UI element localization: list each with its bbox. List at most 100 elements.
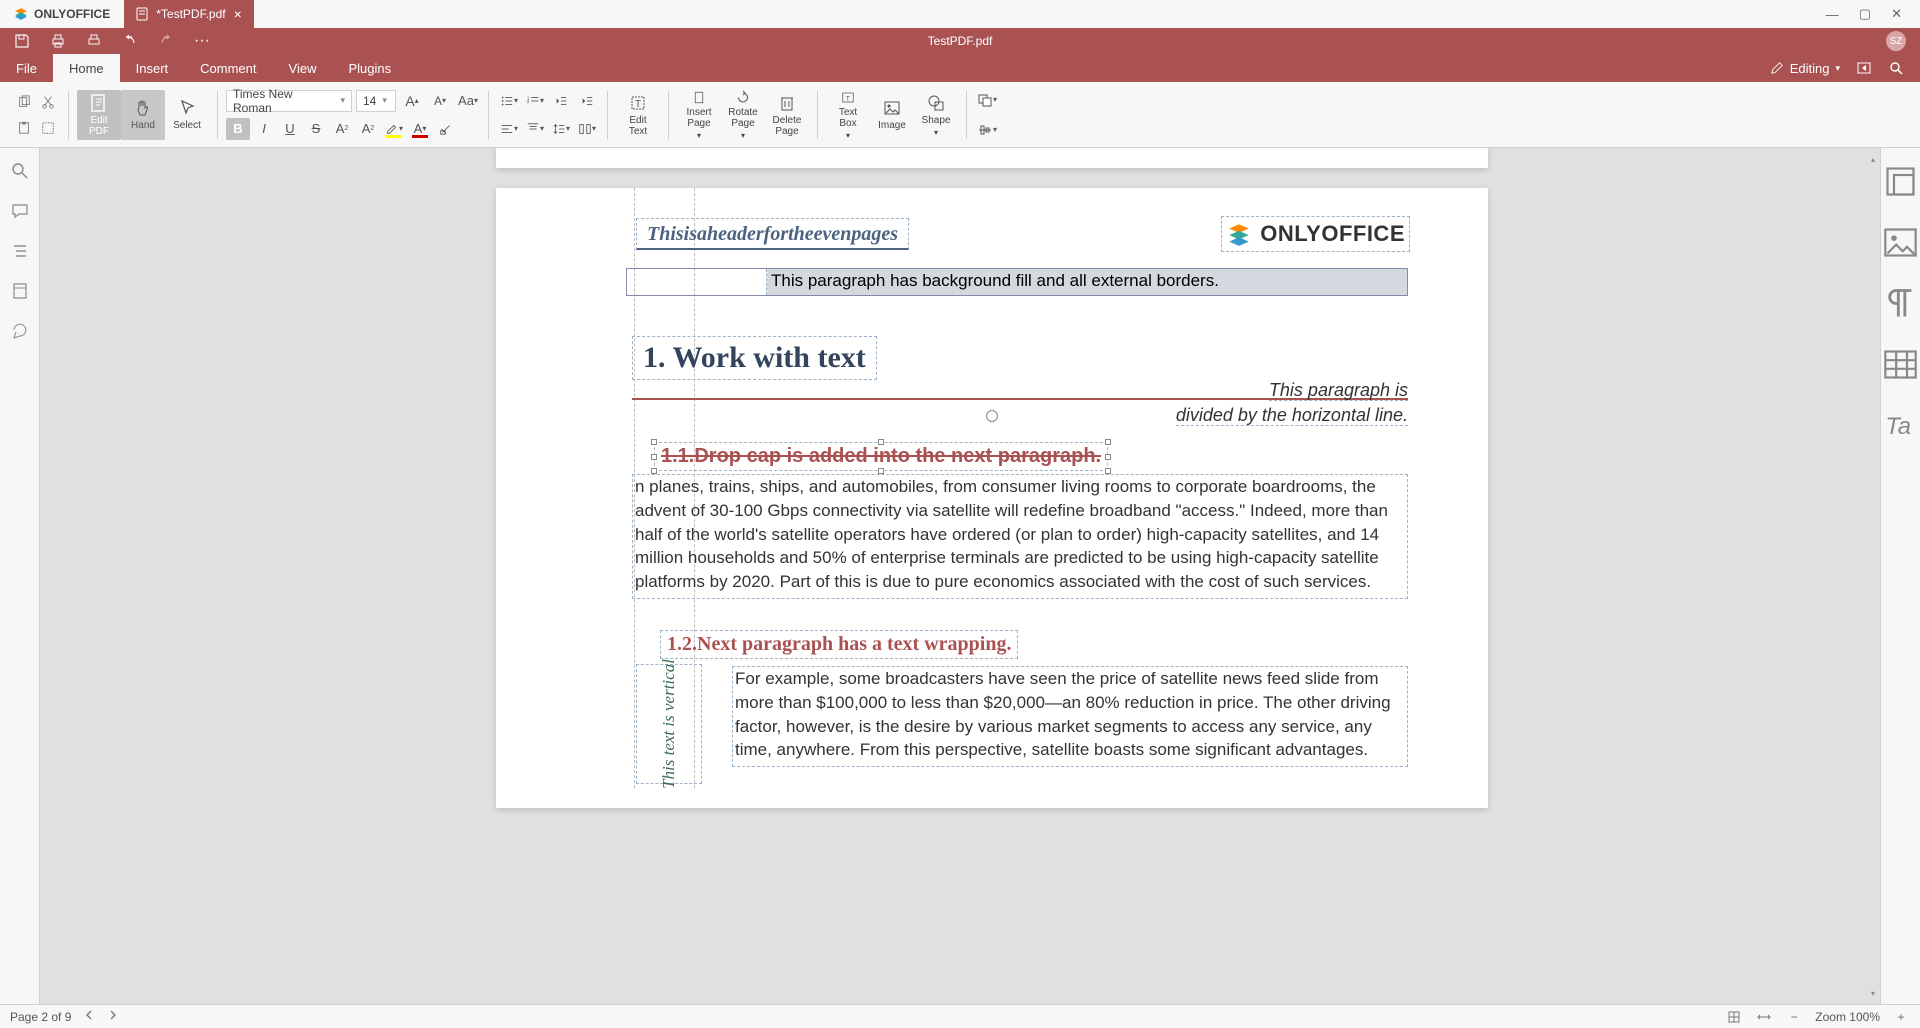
columns-button[interactable]: ▾ [575,118,599,140]
thumbnails-icon[interactable] [11,282,29,300]
italic-right-paragraph[interactable]: This paragraph is divided by the horizon… [1176,378,1408,428]
headings-icon[interactable] [11,242,29,260]
bold-button[interactable]: B [226,118,250,140]
paragraph-settings-icon[interactable] [1881,284,1920,323]
scroll-up-icon[interactable]: ▴ [1868,154,1878,164]
menu-home[interactable]: Home [53,54,120,82]
image-settings-icon[interactable] [1881,223,1920,262]
image-button[interactable]: Image [870,90,914,140]
page-indicator[interactable]: Page 2 of 9 [10,1010,71,1024]
hand-tool-button[interactable]: Hand [121,90,165,140]
comments-icon[interactable] [11,202,29,220]
heading-1[interactable]: 1. Work with text [632,336,877,380]
shape-button[interactable]: Shape▾ [914,90,958,140]
find-icon[interactable] [11,162,29,180]
indent-button[interactable] [575,90,599,112]
zoom-in-button[interactable]: + [1892,1008,1910,1026]
page: Thisisaheaderfortheevenpages ONLYOFFICE … [496,188,1488,808]
line-spacing-button[interactable]: ▾ [549,118,573,140]
more-icon[interactable]: ··· [194,32,210,50]
highlight-button[interactable]: ▾ [382,118,406,140]
rotate-page-button[interactable]: Rotate Page▾ [721,90,765,140]
menu-comment[interactable]: Comment [184,54,272,82]
save-icon[interactable] [14,33,30,49]
text-box-button[interactable]: T Text Box▾ [826,90,870,140]
left-sidebar [0,148,40,1004]
app-name: ONLYOFFICE [34,7,110,21]
increase-font-button[interactable]: A▴ [400,90,424,112]
shape-settings-icon[interactable] [1881,162,1920,201]
delete-page-button[interactable]: Delete Page [765,90,809,140]
fill-paragraph-box[interactable]: This paragraph has background fill and a… [626,268,1408,296]
align-v-button[interactable]: ▾ [523,118,547,140]
close-window-icon[interactable]: ✕ [1891,6,1902,22]
fit-page-button[interactable] [1725,1008,1743,1026]
edit-pdf-icon [89,93,109,113]
subheading-1-1[interactable]: 1.1.Drop cap is added into the next para… [654,442,1108,471]
bullets-button[interactable]: ▾ [497,90,521,112]
delete-page-icon [777,93,797,113]
page-next-button[interactable] [107,1009,119,1024]
menu-view[interactable]: View [273,54,333,82]
body-paragraph-2[interactable]: For example, some broadcasters have seen… [732,666,1408,767]
feedback-icon[interactable] [11,322,29,340]
table-settings-icon[interactable] [1881,345,1920,384]
select-all-button[interactable] [36,117,60,139]
change-case-button[interactable]: Aa▾ [456,90,480,112]
underline-button[interactable]: U [278,118,302,140]
redo-icon[interactable] [158,33,174,49]
align-objects-button[interactable]: ▾ [975,119,999,141]
zoom-level[interactable]: Zoom 100% [1815,1010,1880,1024]
clear-format-button[interactable] [434,118,458,140]
italic-button[interactable]: I [252,118,276,140]
align-h-button[interactable]: ▾ [497,118,521,140]
menu-file[interactable]: File [0,54,53,82]
font-size-select[interactable]: 14▾ [356,90,396,112]
user-avatar[interactable]: SZ [1886,31,1906,51]
font-color-button[interactable]: A▾ [408,118,432,140]
subheading-1-2[interactable]: 1.2.Next paragraph has a text wrapping. [660,630,1018,659]
print-icon[interactable] [50,33,66,49]
page-logo[interactable]: ONLYOFFICE [1221,216,1410,252]
zoom-out-button[interactable]: − [1785,1008,1803,1026]
numbering-button[interactable]: 12▾ [523,90,547,112]
scroll-down-icon[interactable]: ▾ [1868,988,1878,998]
tab-close-icon[interactable]: × [234,6,242,22]
page-header[interactable]: Thisisaheaderfortheevenpages [636,218,909,250]
subscript-button[interactable]: A2 [356,118,380,140]
editing-mode-button[interactable]: Editing ▾ [1770,61,1840,76]
decrease-font-button[interactable]: A▾ [428,90,452,112]
vertical-text-box[interactable]: This text is vertical [636,664,702,784]
font-name-select[interactable]: Times New Roman▾ [226,90,352,112]
search-icon[interactable] [1888,60,1904,76]
menu-plugins[interactable]: Plugins [332,54,407,82]
outdent-button[interactable] [549,90,573,112]
minimize-icon[interactable]: — [1826,7,1839,22]
document-tab[interactable]: *TestPDF.pdf × [124,0,254,28]
hand-icon [133,98,153,118]
quick-print-icon[interactable] [86,33,102,49]
page-prev-button[interactable] [83,1009,95,1024]
select-tool-button[interactable]: Select [165,90,209,140]
menu-insert[interactable]: Insert [120,54,185,82]
copy-button[interactable] [12,91,36,113]
maximize-icon[interactable]: ▢ [1859,6,1871,22]
canvas[interactable]: Thisisaheaderfortheevenpages ONLYOFFICE … [40,148,1880,1004]
status-bar: Page 2 of 9 − Zoom 100% + [0,1004,1920,1028]
cut-button[interactable] [36,91,60,113]
selection-handle[interactable] [986,410,998,422]
insert-page-button[interactable]: Insert Page▾ [677,90,721,140]
textart-settings-icon[interactable]: Ta [1881,406,1920,445]
vertical-scrollbar[interactable]: ▴ ▾ [1868,154,1878,998]
paste-button[interactable] [12,117,36,139]
text-box-icon: T [838,90,858,105]
arrange-button[interactable]: ▾ [975,89,999,111]
body-paragraph-1[interactable]: n planes, trains, ships, and automobiles… [632,474,1408,599]
superscript-button[interactable]: A2 [330,118,354,140]
fit-width-button[interactable] [1755,1008,1773,1026]
edit-text-button[interactable]: T Edit Text [616,90,660,140]
edit-pdf-button[interactable]: Edit PDF [77,90,121,140]
undo-icon[interactable] [122,33,138,49]
strikethrough-button[interactable]: S [304,118,328,140]
open-location-icon[interactable] [1856,60,1872,76]
